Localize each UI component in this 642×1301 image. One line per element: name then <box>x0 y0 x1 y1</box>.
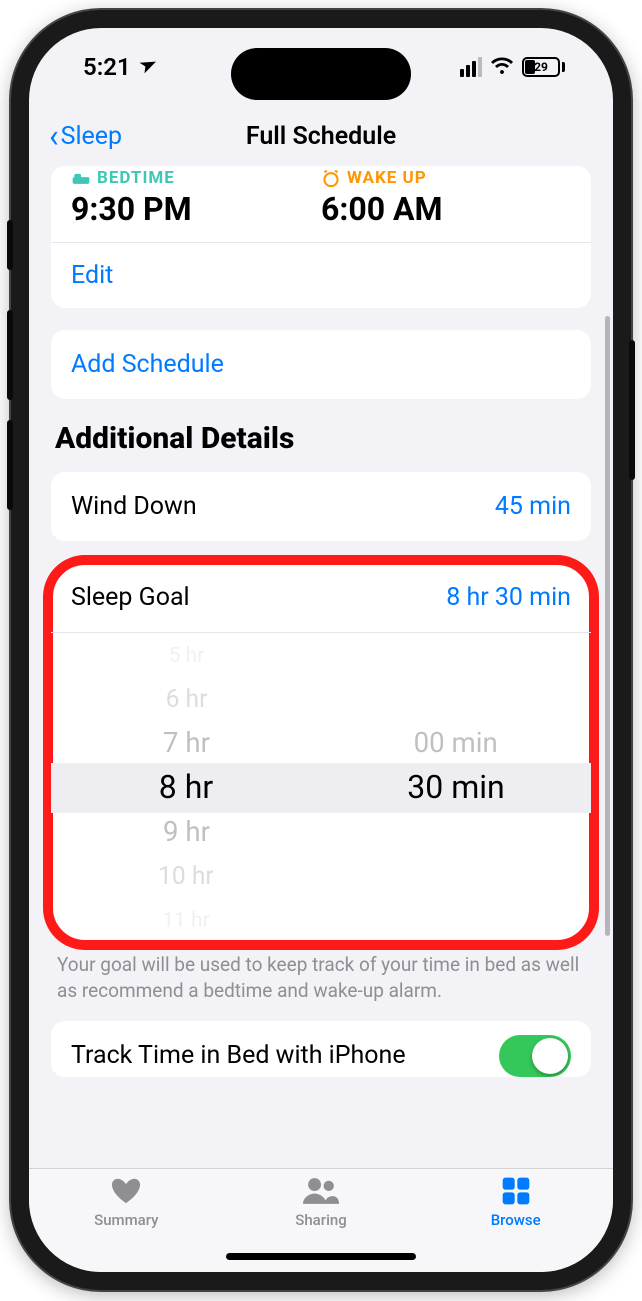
home-indicator[interactable] <box>226 1253 416 1260</box>
heart-icon <box>108 1175 144 1207</box>
dynamic-island <box>231 48 411 100</box>
picker-selected-hour: 8 hr <box>159 765 213 809</box>
add-schedule-button[interactable]: Add Schedule <box>51 330 591 399</box>
nav-title: Full Schedule <box>246 122 396 151</box>
wind-down-label: Wind Down <box>71 492 197 521</box>
sleep-goal-picker[interactable]: 5 hr 6 hr 7 hr 8 hr 9 hr 10 hr 11 hr · ·… <box>51 632 591 942</box>
picker-selected-min: 30 min <box>407 765 504 809</box>
wind-down-row[interactable]: Wind Down 45 min <box>51 472 591 541</box>
track-time-card: Track Time in Bed with iPhone <box>51 1021 591 1077</box>
sleep-goal-card: Sleep Goal 8 hr 30 min 5 hr 6 hr 7 hr 8 … <box>51 563 591 942</box>
grid-icon <box>498 1175 534 1207</box>
people-icon <box>303 1175 339 1207</box>
section-header: Additional Details <box>55 421 591 456</box>
status-time: 5:21 <box>83 53 131 81</box>
track-time-switch[interactable] <box>499 1035 571 1077</box>
wakeup-label: WAKE UP <box>321 168 571 188</box>
phone-frame: 5:21 29 ‹ Sleep Full <box>11 10 631 1290</box>
power-button <box>629 340 635 480</box>
volume-down-button <box>7 420 13 510</box>
sleep-goal-value: 8 hr 30 min <box>446 583 571 612</box>
volume-up-button <box>7 310 13 400</box>
edit-button[interactable]: Edit <box>51 242 591 308</box>
sleep-goal-help: Your goal will be used to keep track of … <box>51 952 591 1021</box>
wifi-icon <box>490 53 514 81</box>
bedtime-value: 9:30 PM <box>71 190 321 228</box>
nav-bar: ‹ Sleep Full Schedule <box>29 106 613 166</box>
back-label: Sleep <box>61 122 122 151</box>
back-button[interactable]: ‹ Sleep <box>49 120 122 152</box>
content-area: BEDTIME 9:30 PM WAKE UP 6:00 AM Edit Add… <box>29 166 613 1168</box>
tab-browse[interactable]: Browse <box>418 1175 613 1272</box>
scroll-indicator[interactable] <box>605 316 610 936</box>
location-icon <box>132 51 158 83</box>
cellular-icon <box>460 57 482 77</box>
sleep-goal-label: Sleep Goal <box>71 583 190 612</box>
wakeup-value: 6:00 AM <box>321 190 571 228</box>
screen: 5:21 29 ‹ Sleep Full <box>29 28 613 1272</box>
chevron-left-icon: ‹ <box>49 120 59 152</box>
track-time-label: Track Time in Bed with iPhone <box>71 1041 406 1071</box>
sleep-goal-row[interactable]: Sleep Goal 8 hr 30 min <box>51 563 591 632</box>
schedule-card: BEDTIME 9:30 PM WAKE UP 6:00 AM Edit <box>51 166 591 308</box>
side-button <box>7 220 13 270</box>
tab-summary[interactable]: Summary <box>29 1175 224 1272</box>
bedtime-label: BEDTIME <box>71 168 321 188</box>
wind-down-value: 45 min <box>495 492 571 521</box>
battery-icon: 29 <box>522 57 565 77</box>
